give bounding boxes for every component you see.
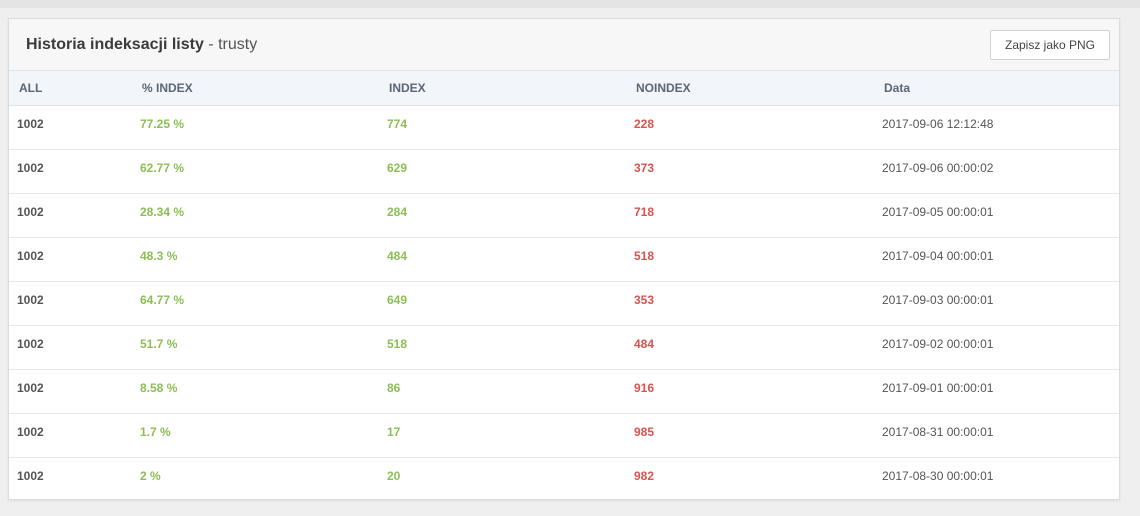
cell-index: 774 bbox=[387, 116, 408, 131]
table-row: 1002 48.3 % 484 518 2017-09-04 00:00:01 bbox=[9, 237, 1119, 281]
cell-all: 1002 bbox=[17, 424, 44, 439]
panel-title: Historia indeksacji listy - trusty bbox=[26, 36, 257, 54]
table-row: 1002 1.7 % 17 985 2017-08-31 00:00:01 bbox=[9, 413, 1119, 457]
table-row: 1002 2 % 20 982 2017-08-30 00:00:01 bbox=[9, 457, 1119, 501]
table-row: 1002 51.7 % 518 484 2017-09-02 00:00:01 bbox=[9, 325, 1119, 369]
cell-date: 2017-08-31 00:00:01 bbox=[882, 424, 994, 439]
cell-pct-index: 64.77 % bbox=[140, 292, 185, 307]
cell-date: 2017-09-04 00:00:01 bbox=[882, 248, 994, 263]
panel-title-main: Historia indeksacji listy bbox=[26, 36, 204, 53]
table-row: 1002 28.34 % 284 718 2017-09-05 00:00:01 bbox=[9, 193, 1119, 237]
header-noindex[interactable]: NOINDEX bbox=[626, 71, 874, 106]
cell-pct-index: 1.7 % bbox=[140, 424, 171, 439]
table-row: 1002 8.58 % 86 916 2017-09-01 00:00:01 bbox=[9, 369, 1119, 413]
table-row: 1002 64.77 % 649 353 2017-09-03 00:00:01 bbox=[9, 281, 1119, 325]
cell-noindex: 718 bbox=[634, 204, 655, 219]
cell-index: 20 bbox=[387, 468, 401, 483]
cell-noindex: 518 bbox=[634, 248, 655, 263]
cell-index: 484 bbox=[387, 248, 408, 263]
cell-all: 1002 bbox=[17, 292, 44, 307]
cell-date: 2017-09-06 00:00:02 bbox=[882, 160, 994, 175]
table-header-row: ALL % INDEX INDEX NOINDEX Data bbox=[9, 71, 1119, 106]
cell-noindex: 373 bbox=[634, 160, 655, 175]
cell-index: 284 bbox=[387, 204, 408, 219]
cell-pct-index: 2 % bbox=[140, 468, 161, 483]
cell-noindex: 982 bbox=[634, 468, 655, 483]
cell-all: 1002 bbox=[17, 204, 44, 219]
cell-index: 649 bbox=[387, 292, 408, 307]
cell-noindex: 985 bbox=[634, 424, 655, 439]
cell-noindex: 484 bbox=[634, 336, 655, 351]
table-row: 1002 77.25 % 774 228 2017-09-06 12:12:48 bbox=[9, 105, 1119, 149]
panel-header: Historia indeksacji listy - trusty Zapis… bbox=[9, 19, 1119, 71]
cell-index: 518 bbox=[387, 336, 408, 351]
save-as-png-button[interactable]: Zapisz jako PNG bbox=[990, 30, 1110, 60]
cell-date: 2017-09-02 00:00:01 bbox=[882, 336, 994, 351]
top-strip bbox=[0, 0, 1140, 8]
header-date[interactable]: Data bbox=[874, 71, 1119, 106]
cell-pct-index: 48.3 % bbox=[140, 248, 178, 263]
cell-all: 1002 bbox=[17, 336, 44, 351]
cell-date: 2017-09-06 12:12:48 bbox=[882, 116, 994, 131]
header-all[interactable]: ALL bbox=[9, 71, 132, 106]
indexing-history-panel: Historia indeksacji listy - trusty Zapis… bbox=[8, 18, 1120, 500]
panel-title-separator: - bbox=[203, 36, 219, 53]
cell-all: 1002 bbox=[17, 380, 44, 395]
cell-index: 86 bbox=[387, 380, 401, 395]
cell-index: 629 bbox=[387, 160, 408, 175]
cell-index: 17 bbox=[387, 424, 401, 439]
cell-date: 2017-09-05 00:00:01 bbox=[882, 204, 994, 219]
table-row: 1002 62.77 % 629 373 2017-09-06 00:00:02 bbox=[9, 149, 1119, 193]
cell-pct-index: 28.34 % bbox=[140, 204, 185, 219]
cell-all: 1002 bbox=[17, 116, 44, 131]
cell-all: 1002 bbox=[17, 468, 44, 483]
panel-title-list-name: trusty bbox=[218, 36, 258, 53]
cell-noindex: 353 bbox=[634, 292, 655, 307]
cell-pct-index: 51.7 % bbox=[140, 336, 178, 351]
header-pct-index[interactable]: % INDEX bbox=[132, 71, 379, 106]
cell-all: 1002 bbox=[17, 160, 44, 175]
cell-all: 1002 bbox=[17, 248, 44, 263]
cell-noindex: 228 bbox=[634, 116, 655, 131]
header-index[interactable]: INDEX bbox=[379, 71, 626, 106]
cell-pct-index: 62.77 % bbox=[140, 160, 185, 175]
indexing-history-table: ALL % INDEX INDEX NOINDEX Data 1002 77.25… bbox=[9, 71, 1119, 501]
cell-date: 2017-09-03 00:00:01 bbox=[882, 292, 994, 307]
cell-pct-index: 77.25 % bbox=[140, 116, 185, 131]
cell-date: 2017-08-30 00:00:01 bbox=[882, 468, 994, 483]
cell-date: 2017-09-01 00:00:01 bbox=[882, 380, 994, 395]
cell-pct-index: 8.58 % bbox=[140, 380, 178, 395]
cell-noindex: 916 bbox=[634, 380, 655, 395]
